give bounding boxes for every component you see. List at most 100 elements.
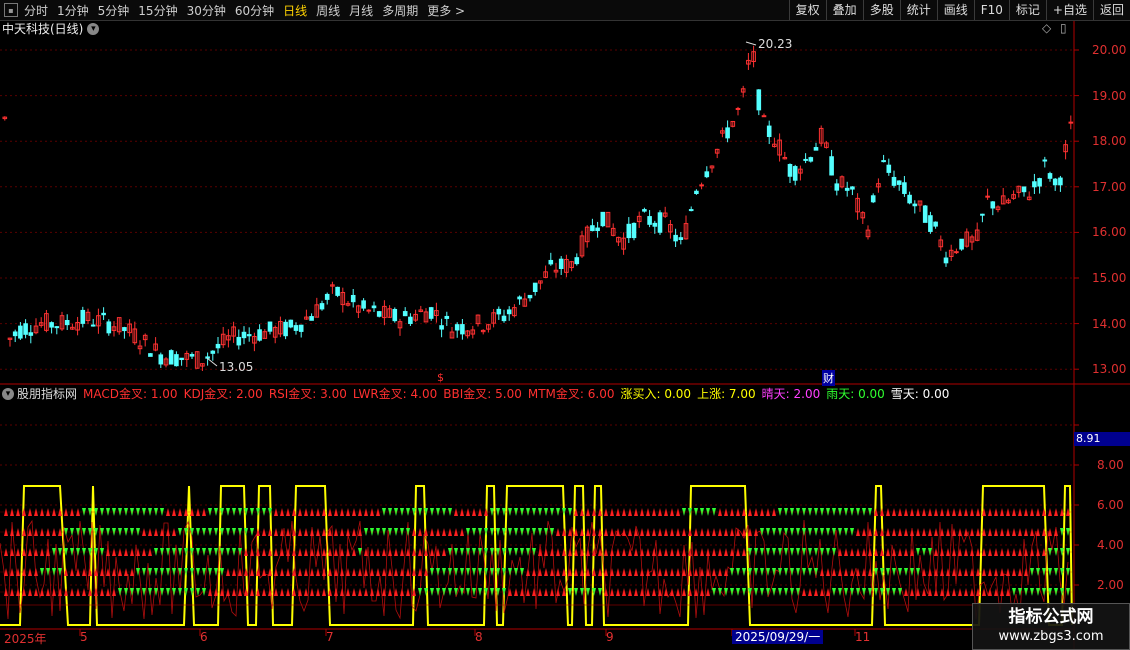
candle-body <box>241 331 247 339</box>
indicator-name: 股朋指标网 <box>17 387 78 401</box>
candle-body <box>954 251 959 254</box>
candle-body <box>506 309 512 315</box>
candle-body <box>959 238 964 250</box>
candle-body <box>574 257 580 265</box>
candle-body <box>907 194 912 204</box>
candle-body <box>454 324 460 331</box>
price-axis-tick: 15.00 <box>1092 271 1127 285</box>
candle-body <box>12 331 18 337</box>
indicator-value: 雨天: 0.00 <box>826 387 885 401</box>
candle-body <box>558 258 564 269</box>
candle-body <box>158 354 164 365</box>
low-arrow <box>206 357 218 367</box>
date-axis-label: 6 <box>200 630 208 644</box>
candle-body <box>829 156 834 176</box>
candle-body <box>309 316 314 321</box>
candle-body <box>590 225 595 232</box>
price-axis-tick: 14.00 <box>1092 316 1127 331</box>
indicator-axis-tick: 6.00 <box>1097 498 1124 512</box>
candle-body <box>699 184 704 187</box>
indicator-axis-tick: 2.00 <box>1097 578 1124 592</box>
candle-body <box>891 176 897 186</box>
date-axis: 2025年 5 6 7 8 9 11 <box>0 630 1074 646</box>
candle-body <box>402 311 408 317</box>
indicator-value: BBI金叉: 5.00 <box>443 387 522 401</box>
candle-body <box>122 327 127 332</box>
candle-body <box>257 329 262 341</box>
candle-body <box>600 211 606 227</box>
candle-body <box>990 201 996 209</box>
candle-body <box>80 309 86 324</box>
indicator-axis-tick: 8.00 <box>1097 458 1124 472</box>
candle-body <box>850 186 855 190</box>
candle-body <box>246 334 252 337</box>
candle-body <box>844 187 850 191</box>
candle-body <box>647 216 652 225</box>
candle-body <box>808 157 814 162</box>
indicator-value: 晴天: 2.00 <box>761 387 821 401</box>
candle-body <box>1021 186 1027 193</box>
watermark-title: 指标公式网 <box>1008 607 1094 627</box>
date-axis-label: 9 <box>606 630 614 644</box>
finance-marker[interactable]: 财 <box>822 370 835 386</box>
candle-body <box>756 89 762 111</box>
chart-canvas[interactable] <box>0 0 1130 650</box>
candle-body <box>236 336 242 346</box>
indicator-value: MACD金叉: 1.00 <box>83 387 178 401</box>
chevron-down-icon[interactable]: ▾ <box>2 388 14 400</box>
date-axis-label: 2025年 <box>4 632 47 646</box>
candle-body <box>366 309 372 312</box>
candle-body <box>215 343 221 349</box>
candle-body <box>657 212 663 233</box>
candle-body <box>678 237 684 240</box>
candle-body <box>371 305 377 309</box>
date-axis-label: 8 <box>475 630 483 644</box>
candle-body <box>517 296 522 300</box>
watermark-url: www.zbgs3.com <box>998 629 1104 644</box>
candle-body <box>886 164 892 173</box>
candle-body <box>101 312 106 316</box>
indicator-header: ▾ 股朋指标网 MACD金叉: 1.00 KDJ金叉: 2.00 RSI金叉: 3.… <box>2 386 955 402</box>
candle-body <box>444 315 450 319</box>
candle-body <box>460 324 465 335</box>
candle-body <box>1037 178 1042 187</box>
indicator-value: KDJ金叉: 2.00 <box>183 387 263 401</box>
candle-body <box>725 127 730 139</box>
candle-body <box>189 354 195 357</box>
price-axis-tick: 18.00 <box>1092 134 1127 149</box>
candle-body <box>335 286 340 296</box>
candle-body <box>787 164 793 177</box>
price-axis-tick: 16.00 <box>1092 225 1127 240</box>
candle-body <box>439 325 444 330</box>
candle-body <box>283 321 288 337</box>
candle-body <box>813 147 819 151</box>
indicator-value: LWR金叉: 4.00 <box>352 387 438 401</box>
candle-body <box>642 209 647 212</box>
candle-body <box>631 222 637 239</box>
date-cursor-label: 2025/09/29/一 <box>732 630 824 644</box>
candle-body <box>501 315 507 322</box>
date-axis-label: 11 <box>855 630 871 644</box>
candle-body <box>985 195 990 198</box>
candle-body <box>288 319 294 328</box>
price-axis-tick: 19.00 <box>1092 88 1127 103</box>
candle-body <box>1058 177 1063 186</box>
candle-body <box>896 180 902 185</box>
candle-body <box>527 294 533 299</box>
candle-body <box>912 203 918 207</box>
candle-body <box>652 222 658 227</box>
candle-body <box>376 311 382 317</box>
candle-body <box>267 321 273 332</box>
candle-body <box>792 166 798 181</box>
candle-body <box>704 171 710 178</box>
candle-body <box>688 209 694 212</box>
low-price-label: 13.05 <box>219 360 254 374</box>
candle-body <box>174 354 179 367</box>
candle-body <box>408 316 413 324</box>
candle-body <box>392 308 398 322</box>
candle-body <box>928 215 933 232</box>
candle-body <box>319 303 325 310</box>
price-axis-tick: 17.00 <box>1092 179 1127 194</box>
candle-body <box>881 160 886 163</box>
date-axis-label: 5 <box>80 630 88 644</box>
